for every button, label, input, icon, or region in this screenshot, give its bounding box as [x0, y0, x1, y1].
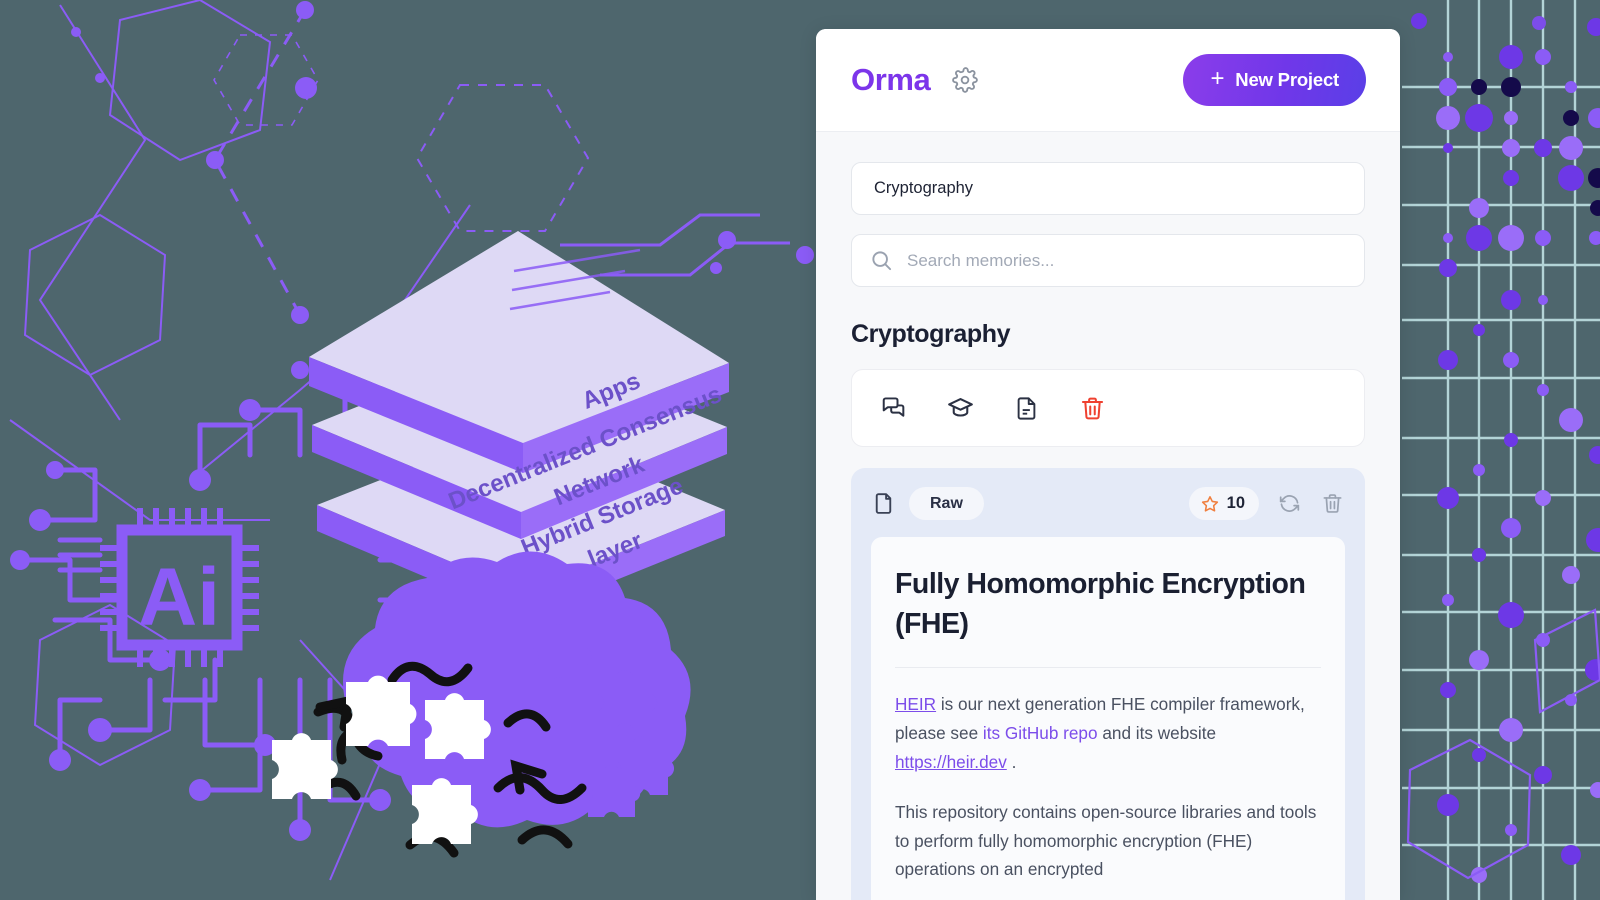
memory-note: Fully Homomorphic Encryption (FHE) HEIR … — [871, 537, 1345, 900]
chat-icon — [882, 397, 905, 417]
action-toolbar — [851, 369, 1365, 447]
heir-link[interactable]: HEIR — [895, 694, 936, 714]
trash-icon — [1081, 397, 1103, 419]
search-input[interactable] — [907, 250, 1346, 271]
gear-icon — [952, 67, 979, 93]
new-project-label: New Project — [1235, 69, 1339, 90]
plus-icon: + — [1210, 65, 1225, 92]
note-paragraph: HEIR is our next generation FHE compiler… — [895, 690, 1321, 777]
chat-button[interactable] — [879, 393, 909, 423]
project-selector-value: Cryptography — [874, 179, 974, 197]
ai-chip-label: Ai — [138, 552, 220, 643]
refresh-icon — [1279, 495, 1299, 512]
app-logo: Orma — [851, 62, 931, 97]
note-paragraph: This repository contains open-source lib… — [895, 801, 1317, 880]
github-repo-link[interactable]: its GitHub repo — [983, 723, 1098, 743]
memory-card-actions: 10 — [1188, 487, 1345, 520]
search-bar[interactable] — [851, 234, 1365, 287]
delete-button[interactable] — [1077, 393, 1107, 423]
note-text: and its website — [1097, 722, 1217, 743]
star-rating-button[interactable]: 10 — [1188, 487, 1259, 520]
document-icon — [875, 493, 892, 514]
delete-memory-button[interactable] — [1319, 491, 1345, 517]
graduation-cap-icon — [947, 397, 973, 417]
memory-card: Raw 10 Fully Homomorphic Encryption (FHE… — [851, 468, 1365, 900]
search-icon — [872, 251, 892, 271]
memory-card-header: Raw 10 — [871, 487, 1345, 520]
document-icon — [1017, 396, 1035, 420]
project-selector[interactable]: Cryptography — [851, 162, 1365, 215]
app-header: Orma + New Project — [816, 29, 1400, 132]
note-text: . — [1006, 751, 1017, 772]
page-title: Cryptography — [851, 320, 1011, 348]
orma-app-panel: Orma + New Project Cryptography Cryptogr… — [816, 29, 1400, 900]
trash-icon — [1322, 494, 1342, 513]
memory-note-title: Fully Homomorphic Encryption (FHE) — [895, 564, 1321, 668]
star-count: 10 — [1226, 494, 1245, 512]
heir-dev-link[interactable]: https://heir.dev — [895, 752, 1007, 772]
memory-note-body: HEIR is our next generation FHE compiler… — [895, 668, 1321, 884]
learn-button[interactable] — [945, 393, 975, 423]
app-scroll-body[interactable]: Cryptography Cryptography — [816, 132, 1400, 900]
document-button[interactable] — [1011, 393, 1041, 423]
settings-button[interactable] — [950, 65, 980, 95]
memory-type-badge[interactable]: Raw — [909, 487, 984, 520]
ai-chip: Ai — [100, 508, 259, 667]
memory-type-label: Raw — [930, 494, 963, 512]
new-project-button[interactable]: + New Project — [1183, 54, 1366, 106]
refresh-button[interactable] — [1276, 491, 1302, 517]
star-icon — [1201, 495, 1218, 512]
